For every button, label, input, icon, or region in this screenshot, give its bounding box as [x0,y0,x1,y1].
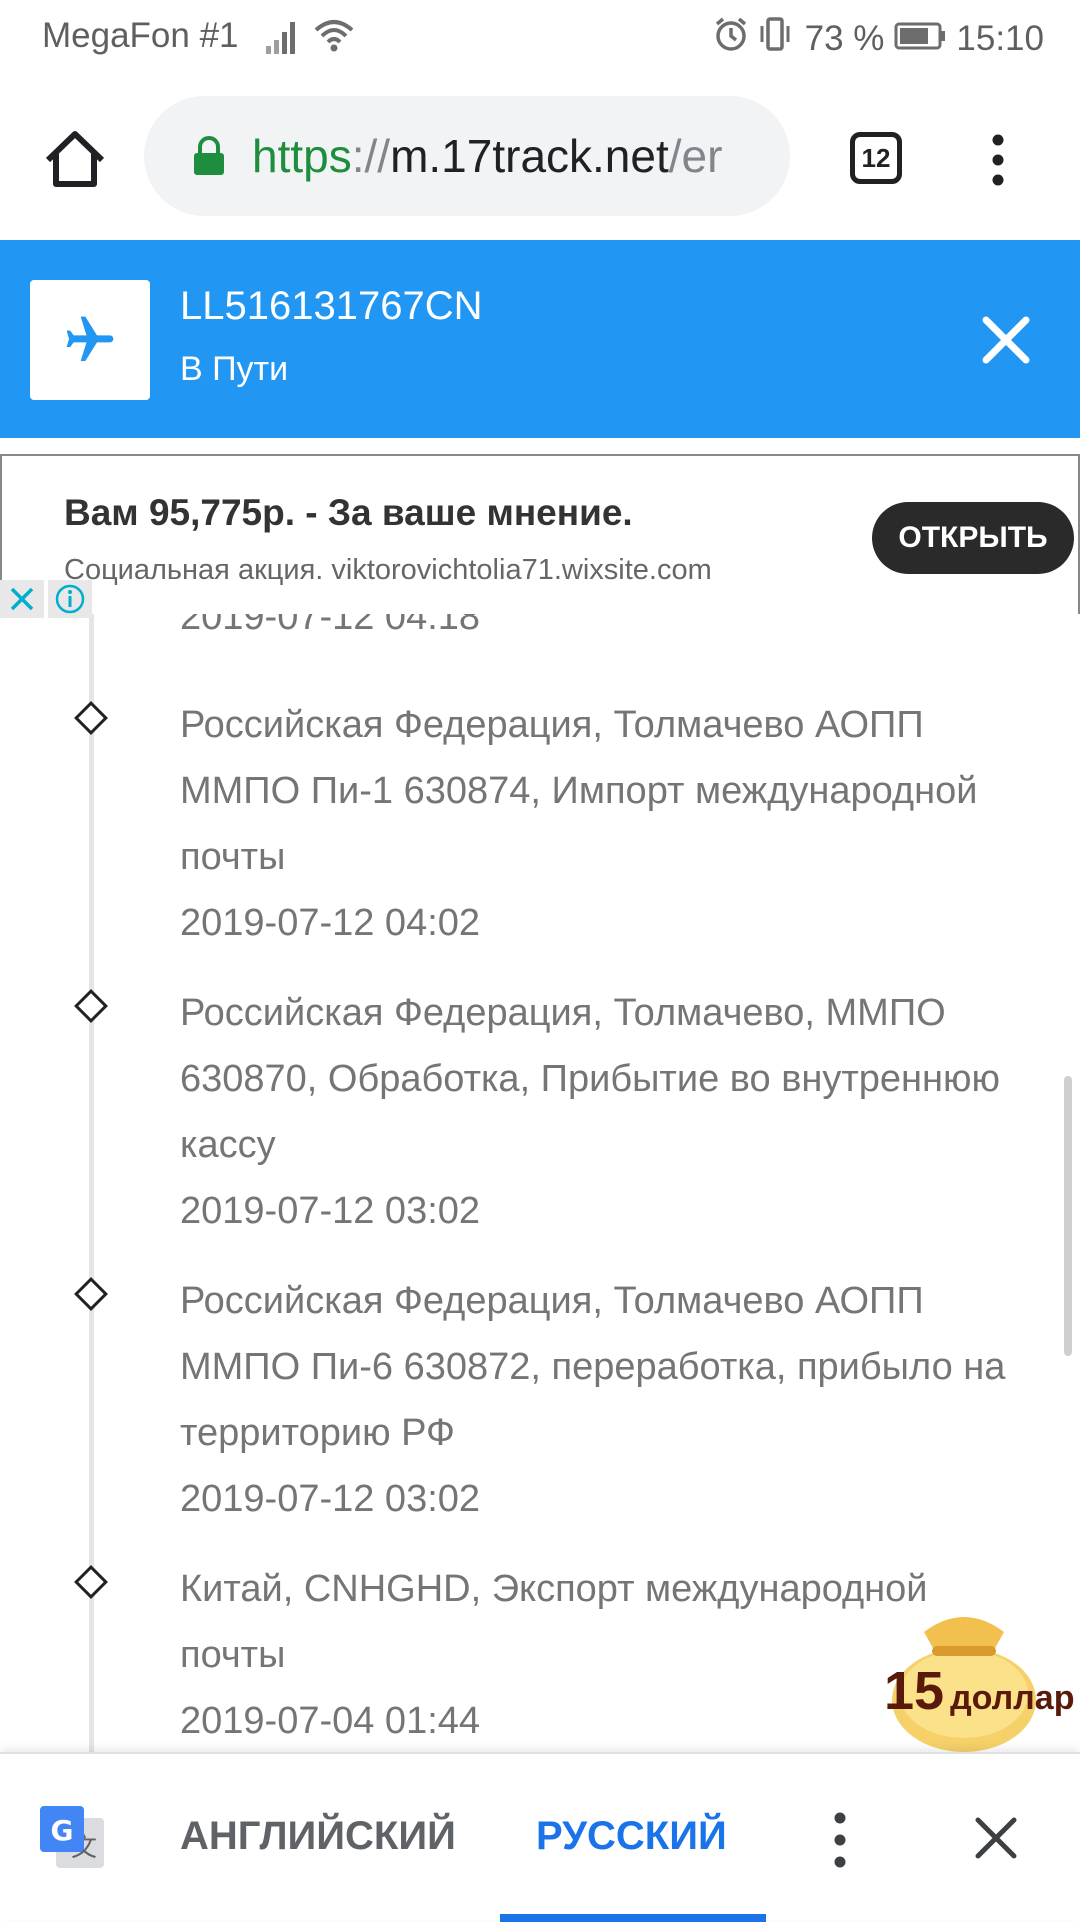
browser-toolbar: https://m.17track.net/er 12 [0,76,1080,240]
wifi-icon [312,16,356,65]
ad-banner[interactable]: Вам 95,775р. - За ваше мнение. Социальна… [0,454,1080,614]
promo-label[interactable]: 15 доллар [884,1660,1074,1722]
ad-subtitle: Социальная акция. viktorovichtolia71.wix… [64,554,712,586]
ad-title: Вам 95,775р. - За ваше мнение. [64,492,633,533]
ad-open-button[interactable]: ОТКРЫТЬ [872,502,1074,574]
lock-icon [192,136,226,176]
event-time: 2019-07-12 03:02 [180,1190,481,1232]
close-icon[interactable] [972,1814,1020,1862]
tabs-count-button[interactable]: 12 [850,132,902,184]
diamond-icon [74,1565,108,1599]
event-time: 2019-07-12 04:18 [180,614,481,638]
svg-text:G: G [51,1814,74,1847]
ad-info-icon[interactable] [48,580,92,618]
lang-tab-english[interactable]: АНГЛИЙСКИЙ [180,1814,456,1859]
vibrate-icon [759,16,791,61]
diamond-icon [74,701,108,735]
event-time: 2019-07-12 03:02 [180,1478,481,1520]
clock-time: 15:10 [956,18,1044,58]
url-text: https://m.17track.net/er [252,130,723,182]
event-location: Российская Федерация, Толмачево АОПП ММП… [180,704,978,878]
carrier-name: MegaFon #1 [42,16,239,55]
battery-percent: 73 % [804,18,885,58]
lang-tab-russian[interactable]: РУССКИЙ [536,1814,727,1859]
event-time: 2019-07-12 04:02 [180,902,481,944]
ad-close-icon[interactable] [0,580,44,618]
diamond-icon [74,989,108,1023]
google-translate-icon: 文 G [38,1804,108,1874]
home-icon[interactable] [40,124,110,194]
url-bar[interactable]: https://m.17track.net/er [144,96,790,216]
translate-bar: 文 G АНГЛИЙСКИЙ РУССКИЙ [0,1752,1080,1922]
signal-icon [266,20,302,63]
tracking-status: В Пути [180,350,289,388]
battery-icon [894,19,946,59]
airplane-icon [30,280,150,400]
tracking-header: LL516131767CN В Пути [0,240,1080,438]
scrollbar-thumb[interactable] [1064,1076,1072,1356]
event-location: Российская Федерация, Толмачево АОПП ММП… [180,1280,1006,1454]
close-icon[interactable] [978,312,1034,368]
more-vert-icon[interactable] [978,130,1018,190]
tracking-timeline: 2019-07-12 04:18 Российская Федерация, Т… [0,614,1080,1752]
status-bar: MegaFon #1 73 % 15:10 [0,0,1080,76]
diamond-icon [74,1277,108,1311]
alarm-icon [713,16,749,61]
more-vert-icon[interactable] [826,1808,854,1872]
active-tab-indicator [500,1914,766,1922]
tracking-number: LL516131767CN [180,284,483,328]
event-time: 2019-07-04 01:44 [180,1700,481,1742]
event-location: Российская Федерация, Толмачево, ММПО 63… [180,992,1001,1166]
